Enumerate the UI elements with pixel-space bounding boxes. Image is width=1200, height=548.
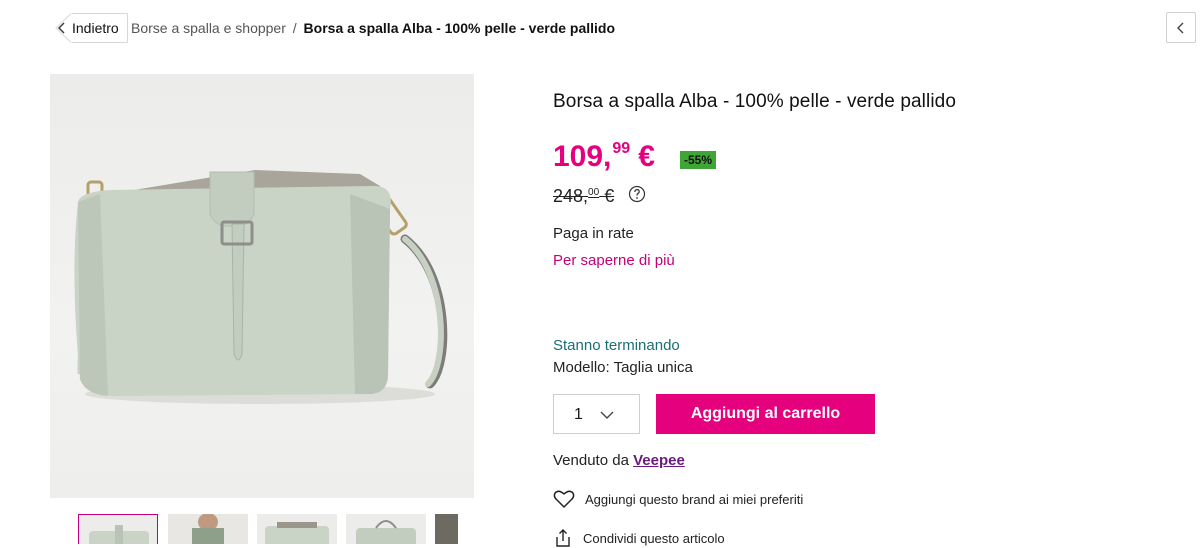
- share-icon: [556, 529, 570, 547]
- installments-label: Paga in rate: [553, 225, 634, 242]
- thumbnail-2[interactable]: [168, 514, 248, 544]
- share-label: Condividi questo articolo: [583, 530, 725, 546]
- price-integer: 109,: [553, 140, 612, 173]
- heart-icon: [553, 490, 575, 508]
- old-price-currency: €: [604, 186, 615, 206]
- add-to-cart-button[interactable]: Aggiungi al carrello: [656, 394, 875, 434]
- back-label: Indietro: [72, 20, 119, 36]
- model-size: Modello: Taglia unica: [553, 359, 693, 376]
- stock-status: Stanno terminando: [553, 337, 680, 354]
- seller-link[interactable]: Veepee: [633, 452, 685, 469]
- sold-by: Venduto da Veepee: [553, 452, 685, 469]
- breadcrumb: Borse a spalla e shopper / Borsa a spall…: [131, 20, 615, 36]
- learn-more-link[interactable]: Per saperne di più: [553, 252, 675, 269]
- bag-illustration: [74, 170, 448, 404]
- breadcrumb-current: Borsa a spalla Alba - 100% pelle - verde…: [303, 20, 616, 36]
- chevron-left-icon: [1177, 22, 1184, 33]
- quantity-value: 1: [574, 406, 583, 423]
- thumbnail-5[interactable]: [435, 514, 458, 544]
- chevron-left-icon: [50, 13, 72, 43]
- breadcrumb-category[interactable]: Borse a spalla e shopper: [131, 20, 286, 36]
- share-article[interactable]: Condividi questo articolo: [553, 528, 725, 548]
- thumbnail-strip: [78, 514, 458, 544]
- old-price-decimal: 00: [588, 187, 600, 198]
- product-main-image[interactable]: [50, 74, 474, 498]
- price-decimal: 99: [612, 140, 631, 157]
- old-price-integer: 248,: [553, 186, 589, 206]
- back-button[interactable]: Indietro: [50, 13, 128, 43]
- product-title: Borsa a spalla Alba - 100% pelle - verde…: [553, 91, 956, 112]
- quantity-select[interactable]: 1: [553, 394, 640, 434]
- thumbnail-4[interactable]: [346, 514, 426, 544]
- sold-by-label: Venduto da: [553, 452, 629, 469]
- price-currency: €: [638, 140, 655, 173]
- favorite-label: Aggiungi questo brand ai miei preferiti: [585, 491, 804, 507]
- help-circle-icon[interactable]: [628, 185, 646, 203]
- thumbnail-3[interactable]: [257, 514, 337, 544]
- discount-badge: -55%: [680, 151, 717, 169]
- chevron-down-icon: [600, 411, 614, 419]
- original-price: 248,00 €: [553, 186, 614, 207]
- current-price: 109,99 €: [553, 140, 655, 174]
- add-brand-favorite[interactable]: Aggiungi questo brand ai miei preferiti: [553, 489, 803, 509]
- side-panel-button[interactable]: [1166, 12, 1196, 43]
- top-bar: Indietro Borse a spalla e shopper / Bors…: [0, 0, 1200, 56]
- breadcrumb-separator: /: [292, 20, 297, 36]
- thumbnail-1[interactable]: [78, 514, 158, 544]
